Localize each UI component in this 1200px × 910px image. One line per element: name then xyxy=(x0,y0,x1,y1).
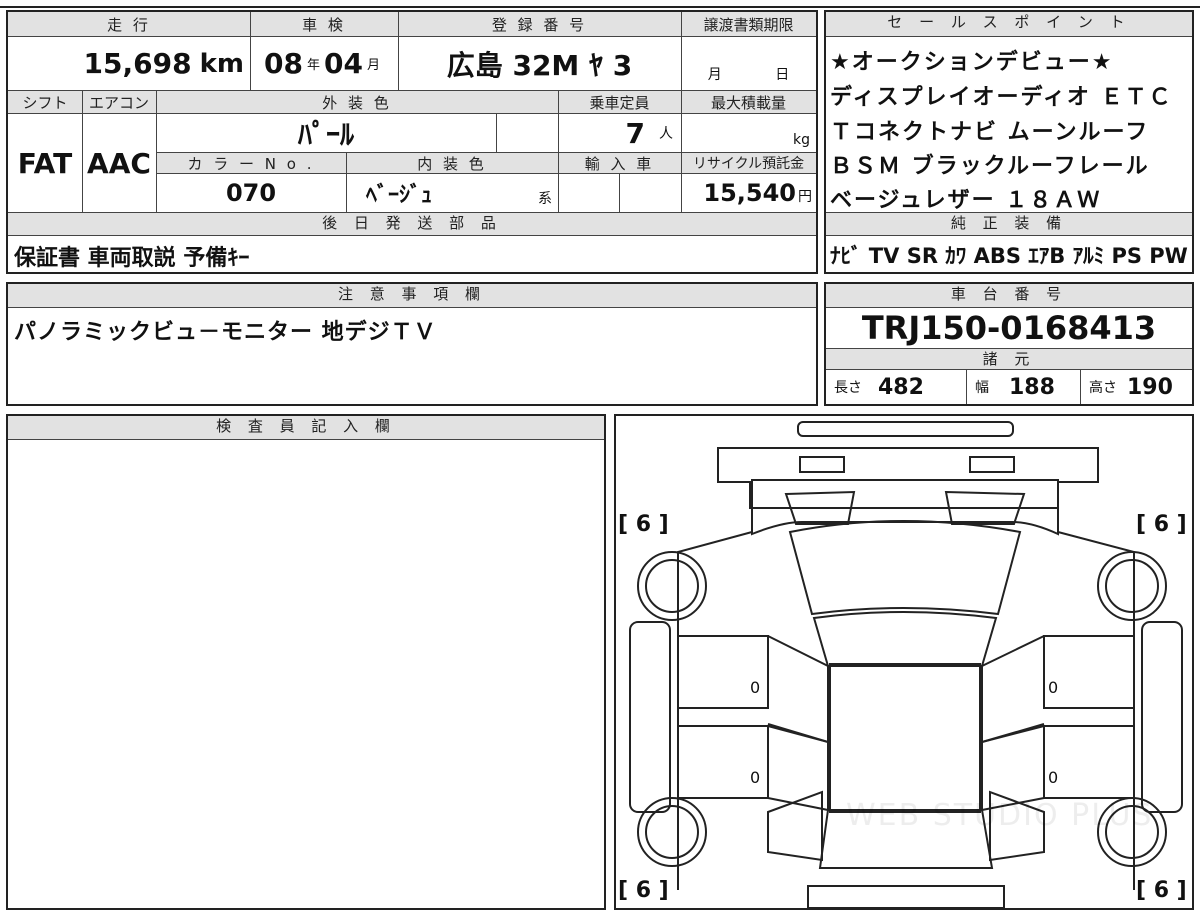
sales-point-line-5: ベージュレザー １８ＡＷ xyxy=(830,188,1102,213)
width-label: 幅 xyxy=(975,380,989,396)
left-rear-door xyxy=(678,725,769,799)
watermark: WEB STUDIO PLUS xyxy=(846,798,1154,833)
front-bumper xyxy=(717,447,1099,509)
grid-lines xyxy=(8,12,816,212)
length-label: 長さ xyxy=(834,380,862,396)
left-side-panel xyxy=(629,621,671,813)
rear-left-tire-inner xyxy=(645,805,699,859)
later-parts-header: 後 日 発 送 部 品 xyxy=(8,212,816,236)
tire-front-right-label: [ 6 ] xyxy=(1136,512,1187,537)
notes-value: パノラミックビュ－モニター 地デジＴＶ xyxy=(14,320,437,345)
rear-left-tire-outer xyxy=(637,797,707,867)
front-left-tire-inner xyxy=(645,559,699,613)
car-diagram xyxy=(629,421,1183,908)
sunroof xyxy=(829,663,981,813)
right-side-panel xyxy=(1141,621,1183,813)
body-outline-right xyxy=(1057,531,1135,890)
notes-header: 注 意 事 項 欄 xyxy=(8,284,816,308)
left-front-window xyxy=(767,635,829,744)
mark-right-front-door: 0 xyxy=(1048,678,1059,697)
front-left-tire-outer xyxy=(637,551,707,621)
height-cell: 高さ 190 xyxy=(1080,370,1192,404)
sales-points-header: セ ー ル ス ポ イ ン ト xyxy=(826,12,1192,37)
length-cell: 長さ 482 xyxy=(826,370,966,404)
width-value: 188 xyxy=(1009,374,1055,400)
roof xyxy=(812,611,998,667)
tire-rear-right-label: [ 6 ] xyxy=(1136,878,1187,903)
equipment-header: 純 正 装 備 xyxy=(826,212,1192,236)
sales-point-line-4: ＢＳＭ ブラックルーフレール xyxy=(830,154,1150,179)
right-front-door xyxy=(1043,635,1134,709)
right-rear-door xyxy=(1043,725,1134,799)
sales-point-line-1: ★オークションデビュー★ xyxy=(830,50,1114,75)
front-spoiler xyxy=(797,421,1014,437)
sales-points-box: セ ー ル ス ポ イ ン ト ★オークションデビュー★ ディスプレイオーディオ… xyxy=(824,10,1194,274)
width-cell: 幅 188 xyxy=(966,370,1080,404)
front-right-tire-inner xyxy=(1105,559,1159,613)
specs-header: 諸 元 xyxy=(826,348,1192,370)
rear-bumper xyxy=(807,885,1005,908)
fog-lamp-right xyxy=(969,456,1015,473)
right-front-window xyxy=(981,635,1045,744)
left-quarter-window xyxy=(767,790,823,862)
vehicle-info-table: 走 行 車 検 登 録 番 号 譲渡書類期限 15,698 km 08 年 04… xyxy=(6,10,818,274)
chassis-header: 車 台 番 号 xyxy=(826,284,1192,308)
height-value: 190 xyxy=(1127,374,1173,400)
inspector-box: 検 査 員 記 入 欄 xyxy=(6,414,606,910)
mark-left-front-door: 0 xyxy=(750,678,761,697)
fog-lamp-left xyxy=(799,456,845,473)
sales-point-line-2: ディスプレイオーディオ ＥＴＣ xyxy=(830,85,1173,110)
mark-right-rear-door: 0 xyxy=(1048,768,1059,787)
inspector-header: 検 査 員 記 入 欄 xyxy=(8,416,604,440)
height-label: 高さ xyxy=(1089,380,1117,396)
front-right-tire-outer xyxy=(1097,551,1167,621)
windshield xyxy=(788,520,1022,616)
car-diagram-box: [ 6 ] [ 6 ] [ 6 ] [ 6 ] 0 0 0 0 WEB STUD… xyxy=(614,414,1194,910)
notes-box: 注 意 事 項 欄 パノラミックビュ－モニター 地デジＴＶ xyxy=(6,282,818,406)
chassis-box: 車 台 番 号 TRJ150-0168413 諸 元 長さ 482 幅 188 … xyxy=(824,282,1194,406)
mark-left-rear-door: 0 xyxy=(750,768,761,787)
sales-point-line-3: Ｔコネクトナビ ムーンルーフ xyxy=(830,120,1150,145)
length-value: 482 xyxy=(878,374,924,400)
tire-rear-left-label: [ 6 ] xyxy=(618,878,669,903)
tire-front-left-label: [ 6 ] xyxy=(618,512,669,537)
top-cutoff-strip xyxy=(0,0,1200,8)
left-front-door xyxy=(678,635,769,709)
later-parts-value: 保証書 車両取説 予備ｷｰ xyxy=(14,246,250,271)
equipment-value: ﾅﾋﾞ TV SR ｶﾜ ABS ｴｱB ｱﾙﾐ PS PW xyxy=(830,244,1188,268)
body-outline-left xyxy=(677,531,753,890)
left-rear-window xyxy=(767,725,829,812)
chassis-number: TRJ150-0168413 xyxy=(861,309,1157,347)
